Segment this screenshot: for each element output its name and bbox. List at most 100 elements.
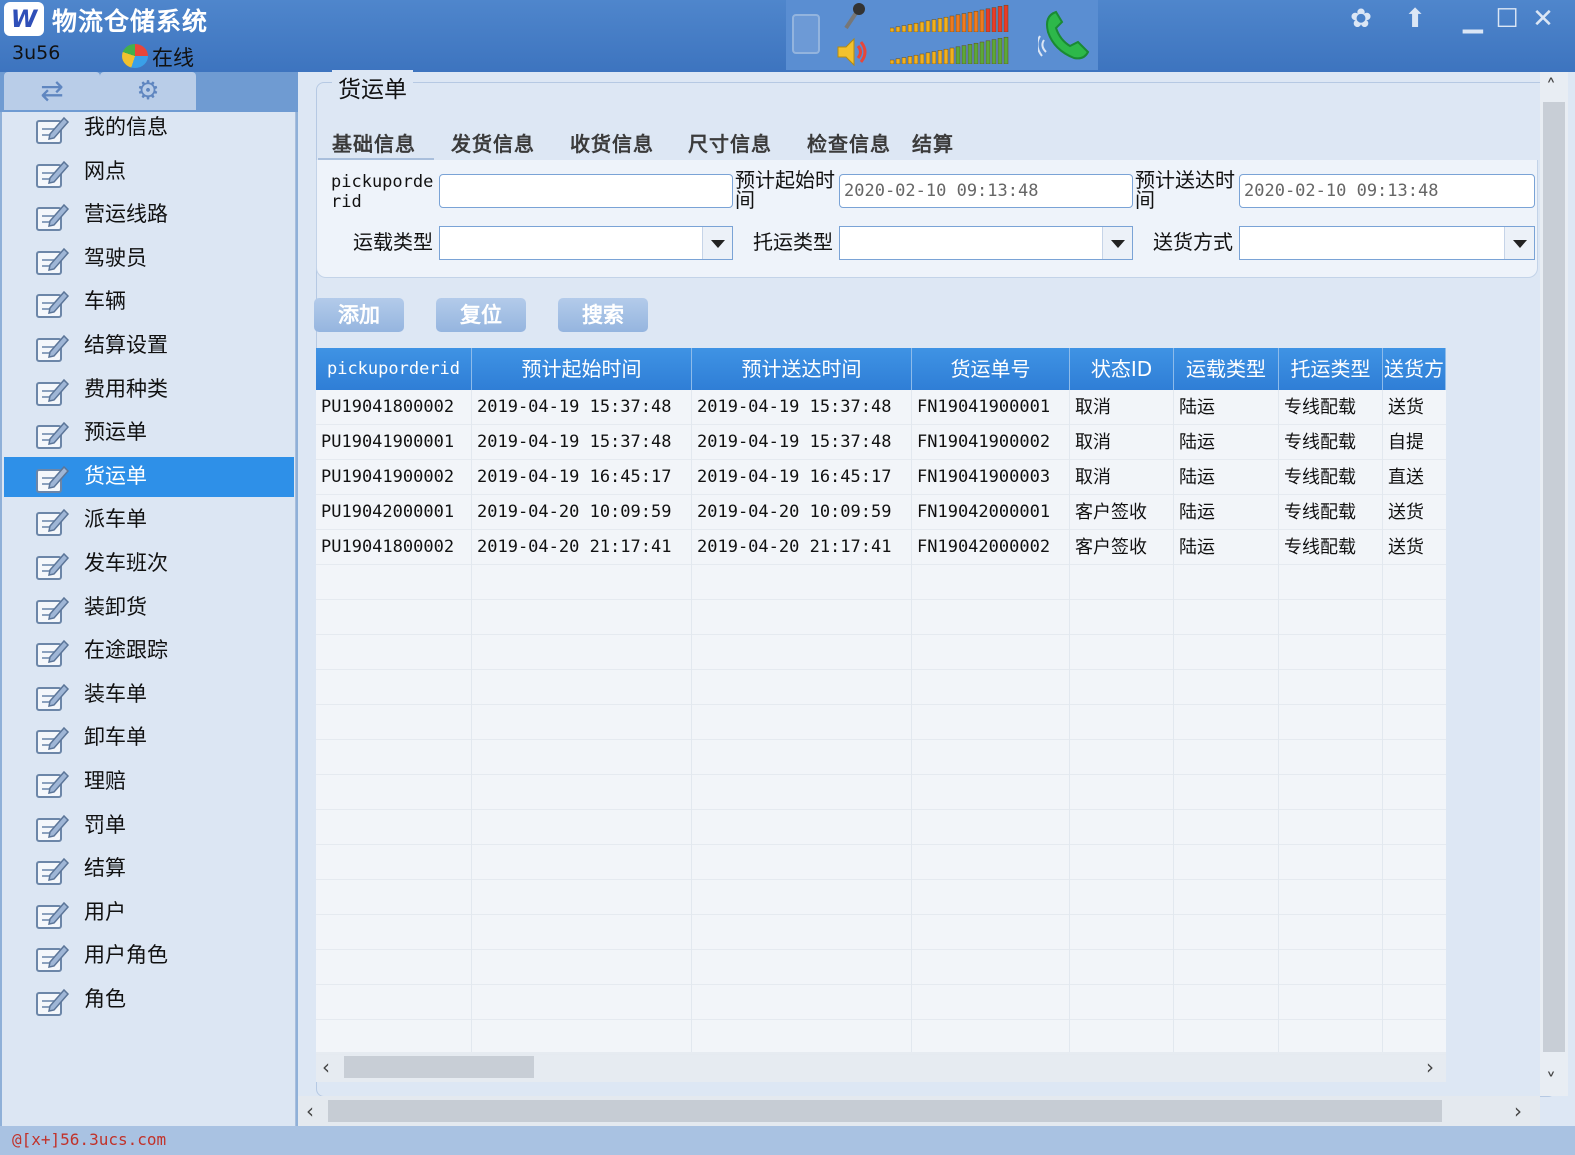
table-cell: 直送 <box>1388 467 1424 488</box>
consign-type-select[interactable] <box>839 226 1133 260</box>
sidebar-item[interactable]: 用户 <box>4 893 294 933</box>
sidebar-item[interactable]: 用户角色 <box>4 936 294 976</box>
arrive-time-label-line2: 间 <box>1135 188 1155 212</box>
sidebar-item[interactable]: 装卸货 <box>4 588 294 628</box>
scroll-right-icon[interactable]: › <box>1514 1096 1522 1126</box>
sidebar-item[interactable]: 我的信息 <box>4 108 294 148</box>
column-header[interactable]: 送货方 <box>1383 348 1446 390</box>
sidebar-item[interactable]: 发车班次 <box>4 544 294 584</box>
horizontal-scroll-thumb[interactable] <box>328 1100 1442 1122</box>
edit-note-icon <box>34 679 70 713</box>
delivery-method-select[interactable] <box>1239 226 1535 260</box>
sidebar-item-label: 在途跟踪 <box>84 638 168 663</box>
edit-note-icon <box>34 592 70 626</box>
sidebar-item[interactable]: 派车单 <box>4 500 294 540</box>
speaker-icon[interactable] <box>836 36 870 68</box>
status-url[interactable]: @[x+]56.3ucs.com <box>12 1130 166 1149</box>
sidebar-item[interactable]: 预运单 <box>4 413 294 453</box>
tab-settlement[interactable]: 结算 <box>912 128 954 157</box>
column-header[interactable]: 托运类型 <box>1279 348 1383 390</box>
pickuporderid-input[interactable] <box>439 174 733 208</box>
table-cell: 自提 <box>1388 432 1424 453</box>
sidebar-item-label: 卸车单 <box>84 725 147 750</box>
tab-basic[interactable]: 基础信息 <box>332 128 416 157</box>
close-icon[interactable]: ✕ <box>1526 4 1560 34</box>
upload-icon[interactable]: ⬆ <box>1398 4 1432 34</box>
sidebar-item[interactable]: 角色 <box>4 980 294 1020</box>
tab-receiver[interactable]: 收货信息 <box>570 128 654 157</box>
sidebar-item[interactable]: 罚单 <box>4 806 294 846</box>
sidebar-item[interactable]: 理赔 <box>4 762 294 802</box>
sidebar-item[interactable]: 货运单 <box>4 456 294 497</box>
chevron-down-icon[interactable] <box>1504 227 1534 259</box>
column-header[interactable]: pickuporderid <box>316 348 472 390</box>
sidebar-item[interactable]: 营运线路 <box>4 195 294 235</box>
arrive-time-label-line1: 预计送达时 <box>1135 168 1235 192</box>
scroll-down-icon[interactable]: ˅ <box>1546 1066 1556 1096</box>
online-status-icon[interactable] <box>122 44 148 68</box>
maximize-icon[interactable]: ☐ <box>1490 4 1524 34</box>
edit-note-icon <box>34 286 70 320</box>
scroll-left-icon[interactable]: ‹ <box>322 1052 330 1082</box>
main-vertical-scrollbar[interactable]: ˄ ˅ <box>1540 72 1568 1096</box>
empty-row <box>316 845 1446 880</box>
call-icon[interactable] <box>1038 6 1090 62</box>
table-cell: 2019-04-20 21:17:41 <box>477 537 672 557</box>
tab-dimensions[interactable]: 尺寸信息 <box>688 128 772 157</box>
sidebar-item[interactable]: 装车单 <box>4 675 294 715</box>
arrive-time-input[interactable]: 2020-02-10 09:13:48 <box>1239 174 1535 208</box>
scroll-left-icon[interactable]: ‹ <box>306 1096 314 1126</box>
table-cell: 送货 <box>1388 502 1424 523</box>
sidebar-item[interactable]: 结算 <box>4 849 294 889</box>
transport-type-select[interactable] <box>439 226 733 260</box>
sidebar-item[interactable]: 网点 <box>4 152 294 192</box>
table-cell: 取消 <box>1075 397 1111 418</box>
empty-row <box>316 635 1446 670</box>
tab-inspection[interactable]: 检查信息 <box>807 128 891 157</box>
start-time-input[interactable]: 2020-02-10 09:13:48 <box>839 174 1133 208</box>
reset-button[interactable]: 复位 <box>436 298 526 332</box>
edit-note-icon <box>34 243 70 277</box>
column-header[interactable]: 状态ID <box>1070 348 1174 390</box>
settings-icon[interactable]: ⚙ <box>100 72 196 110</box>
empty-row <box>316 985 1446 1020</box>
column-header[interactable]: 运载类型 <box>1174 348 1279 390</box>
main-horizontal-scrollbar[interactable]: ‹ › <box>298 1096 1540 1126</box>
phone-icon[interactable] <box>792 14 820 54</box>
output-level-meter <box>890 4 1009 32</box>
online-status-text[interactable]: 在线 <box>152 42 194 72</box>
sidebar-item[interactable]: 在途跟踪 <box>4 631 294 671</box>
add-button[interactable]: 添加 <box>314 298 404 332</box>
sidebar-item[interactable]: 卸车单 <box>4 718 294 758</box>
sidebar-item[interactable]: 驾驶员 <box>4 239 294 279</box>
sidebar-item-label: 我的信息 <box>84 115 168 139</box>
edit-note-icon <box>34 548 70 582</box>
column-header[interactable]: 预计送达时间 <box>692 348 912 390</box>
input-level-meter <box>890 36 1009 64</box>
sidebar-item[interactable]: 费用种类 <box>4 370 294 410</box>
sidebar-item[interactable]: 车辆 <box>4 282 294 322</box>
microphone-icon[interactable] <box>840 2 866 32</box>
table-cell: 2019-04-19 15:37:48 <box>477 432 672 452</box>
table-cell: PU19041800002 <box>321 537 455 557</box>
minimize-icon[interactable]: ▁ <box>1456 4 1490 34</box>
table-cell: FN19041900001 <box>917 397 1051 417</box>
switch-icon[interactable]: ⇄ <box>4 72 100 110</box>
empty-row <box>316 705 1446 740</box>
scroll-up-icon[interactable]: ˄ <box>1546 72 1556 102</box>
chevron-down-icon[interactable] <box>702 227 732 259</box>
skin-icon[interactable]: ✿ <box>1344 4 1378 34</box>
vertical-scroll-thumb[interactable] <box>1543 102 1565 1052</box>
grid-horizontal-scrollbar[interactable]: ‹ › <box>316 1052 1446 1082</box>
sidebar-item-label: 用户角色 <box>84 943 168 968</box>
column-header[interactable]: 预计起始时间 <box>472 348 692 390</box>
scroll-right-icon[interactable]: › <box>1426 1052 1434 1082</box>
sidebar-item[interactable]: 结算设置 <box>4 326 294 366</box>
search-button[interactable]: 搜索 <box>558 298 648 332</box>
chevron-down-icon[interactable] <box>1102 227 1132 259</box>
empty-row <box>316 565 1446 600</box>
column-header[interactable]: 货运单号 <box>912 348 1070 390</box>
tab-shipper[interactable]: 发货信息 <box>451 128 535 157</box>
grid-scroll-thumb[interactable] <box>344 1056 534 1078</box>
table-cell: 专线配载 <box>1284 467 1356 488</box>
